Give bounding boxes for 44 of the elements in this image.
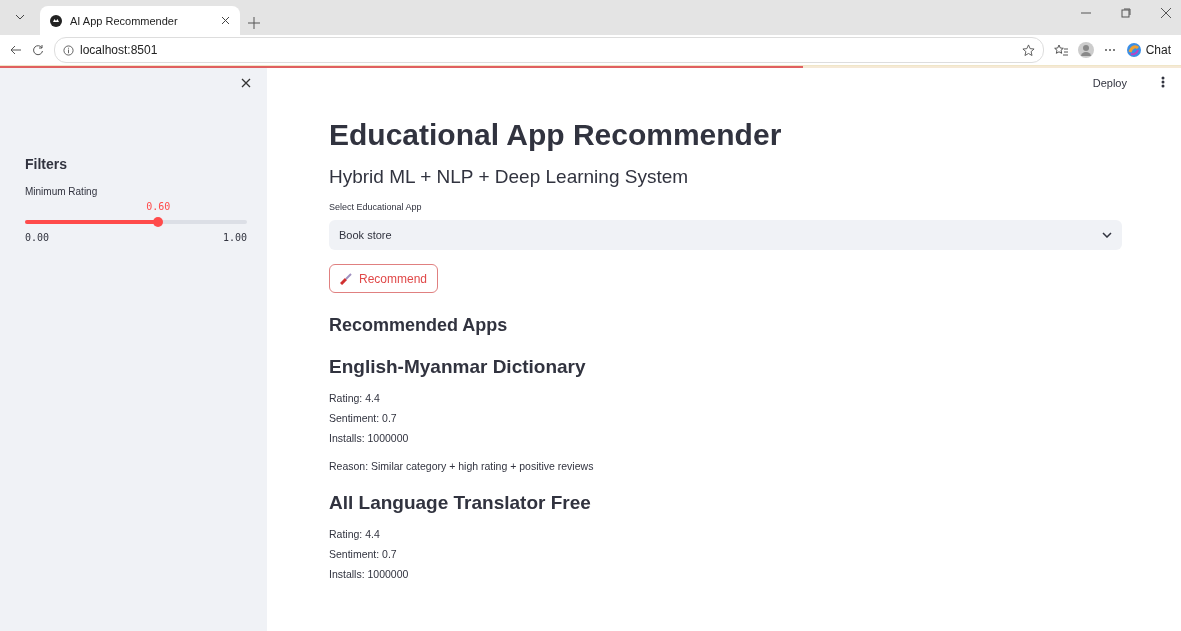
slider-label: Minimum Rating (25, 186, 99, 197)
slider-value: 0.60 (146, 201, 171, 212)
app-select[interactable]: Book store (329, 220, 1122, 250)
sidebar-title: Filters (25, 156, 68, 172)
close-icon[interactable] (1161, 8, 1171, 18)
favorites-icon[interactable] (1053, 43, 1068, 57)
app-reason: Reason: Similar category + high rating + positive reviews (329, 460, 595, 472)
slider-thumb[interactable] (153, 217, 164, 227)
star-icon[interactable] (1021, 43, 1035, 57)
section-heading: Recommended Apps (329, 315, 509, 336)
new-tab-icon[interactable] (248, 17, 260, 29)
syringe-icon (340, 272, 353, 285)
close-icon[interactable] (221, 16, 230, 25)
app-detail: Installs: 1000000 (329, 432, 410, 444)
app-icon (50, 14, 62, 27)
chevron-down-icon (1102, 232, 1112, 238)
browser-tab[interactable]: AI App Recommender (40, 6, 240, 35)
slider-min: 0.00 (25, 232, 50, 243)
profile-icon[interactable] (1077, 42, 1094, 58)
app-detail: Rating: 4.4 (329, 528, 381, 540)
app-detail: Sentiment: 0.7 (329, 412, 398, 424)
chevron-down-icon (15, 14, 25, 20)
recommend-button[interactable]: Recommend (329, 264, 439, 293)
app-name: English-Myanmar Dictionary (329, 356, 587, 378)
slider-track[interactable] (25, 220, 247, 224)
page-title: Educational App Recommender (329, 118, 783, 152)
chat-button[interactable]: Chat (1125, 42, 1171, 58)
app-detail: Rating: 4.4 (329, 392, 381, 404)
back-icon[interactable] (10, 44, 22, 56)
chat-logo (1125, 42, 1142, 58)
deploy-button[interactable]: Deploy (1086, 76, 1133, 90)
page-subtitle: Hybrid ML + NLP + Deep Learning System (329, 166, 690, 188)
more-icon[interactable] (1103, 48, 1116, 52)
app-name: All Language Translator Free (329, 492, 592, 514)
slider-max: 1.00 (222, 232, 247, 243)
app-detail: Installs: 1000000 (329, 568, 410, 580)
app-detail: Sentiment: 0.7 (329, 548, 398, 560)
restore-icon[interactable] (1121, 8, 1131, 18)
close-icon[interactable] (241, 78, 251, 88)
info-icon (63, 44, 74, 56)
select-label: Select Educational App (329, 202, 423, 212)
tab-title: AI App Recommender (70, 14, 179, 27)
address-bar[interactable]: localhost:8501 (54, 37, 1044, 63)
reload-icon[interactable] (32, 44, 44, 56)
